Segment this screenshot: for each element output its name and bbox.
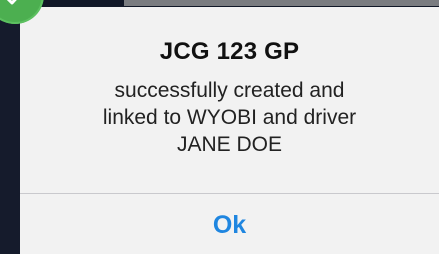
check-icon <box>6 0 17 5</box>
alert-dialog: JCG 123 GP successfully created and link… <box>20 7 439 254</box>
message-line: JANE DOE <box>176 133 283 156</box>
alert-title: JCG 123 GP <box>159 38 300 65</box>
background-strip <box>124 0 439 6</box>
message-line: successfully created and <box>114 79 345 102</box>
message-line: linked to WYOBI and driver <box>102 106 357 129</box>
ok-button[interactable]: Ok <box>20 194 439 254</box>
background-panel <box>0 0 20 254</box>
alert-body: JCG 123 GP successfully created and link… <box>20 7 439 193</box>
alert-message: successfully created and linked to WYOBI… <box>20 77 439 158</box>
